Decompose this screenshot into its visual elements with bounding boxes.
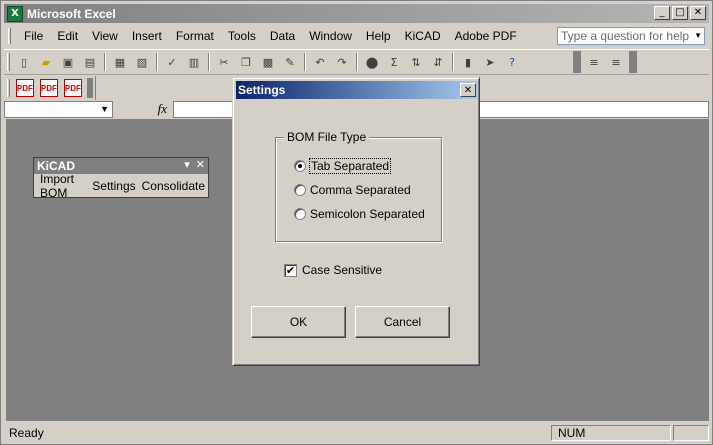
research-icon[interactable]: ▥ (185, 53, 203, 71)
radio-label: Comma Separated (310, 183, 411, 197)
sort-descending-icon[interactable]: ⇵ (429, 53, 447, 71)
maximize-button[interactable]: □ (672, 6, 688, 20)
kicad-buttons: Import BOM Settings Consolidate (34, 172, 208, 200)
convert-to-pdf-icon[interactable]: PDF (15, 79, 34, 97)
window-title: Microsoft Excel (27, 6, 116, 21)
radio-label: Tab Separated (308, 158, 392, 174)
chart-wizard-icon[interactable]: ▮ (459, 53, 477, 71)
permission-icon[interactable]: ▤ (81, 53, 99, 71)
settings-button[interactable]: Settings (89, 179, 138, 193)
cut-icon[interactable]: ✂ (215, 53, 233, 71)
radio-tab-separated[interactable]: Tab Separated (294, 158, 392, 174)
toolbar-options-grip-2[interactable] (629, 51, 637, 73)
status-bar: Ready NUM (4, 423, 709, 443)
redo-icon[interactable]: ↷ (333, 53, 351, 71)
excel-icon: X (7, 5, 23, 22)
format-painter-icon[interactable]: ✎ (281, 53, 299, 71)
insert-function-icon[interactable]: fx (113, 101, 173, 117)
radio-button-icon[interactable] (294, 160, 306, 172)
case-sensitive-checkbox[interactable]: ✔ Case Sensitive (284, 263, 382, 277)
close-button[interactable]: ✕ (690, 6, 706, 20)
menu-data[interactable]: Data (263, 29, 302, 43)
kicad-toolbar: KiCAD ▾ ✕ Import BOM Settings Consolidat… (33, 157, 209, 200)
radio-comma-separated[interactable]: Comma Separated (294, 183, 411, 197)
toolbar-grip[interactable] (7, 53, 10, 71)
separator (104, 53, 106, 71)
pdf-toolbar-options[interactable] (86, 78, 93, 98)
dialog-close-button[interactable]: ✕ (460, 83, 476, 97)
convert-and-review-pdf-icon[interactable]: PDF (63, 79, 82, 97)
radio-semicolon-separated[interactable]: Semicolon Separated (294, 207, 425, 221)
dialog-title: Settings (238, 83, 286, 97)
save-icon[interactable]: ▣ (59, 53, 77, 71)
help-dropdown-icon[interactable]: ▼ (694, 31, 702, 40)
copy-icon[interactable]: ❐ (237, 53, 255, 71)
align-left-icon[interactable]: ≡ (585, 53, 603, 71)
help-icon[interactable]: ? (503, 53, 521, 71)
menu-adobe-pdf[interactable]: Adobe PDF (448, 29, 524, 43)
minimize-button[interactable]: _ (654, 6, 670, 20)
group-label: BOM File Type (284, 130, 370, 144)
consolidate-button[interactable]: Consolidate (139, 179, 208, 193)
menu-window[interactable]: Window (302, 29, 359, 43)
menu-help[interactable]: Help (359, 29, 398, 43)
sort-ascending-icon[interactable]: ⇅ (407, 53, 425, 71)
separator (452, 53, 454, 71)
name-box[interactable]: ▼ (4, 100, 113, 118)
menu-kicad[interactable]: KiCAD (398, 29, 448, 43)
checkmark-icon[interactable]: ✔ (284, 263, 297, 277)
align-center-icon[interactable]: ≡ (607, 53, 625, 71)
bom-file-type-group: BOM File Type Tab Separated Comma Separa… (275, 130, 442, 242)
toolbar-options-grip[interactable] (573, 51, 581, 73)
menu-insert[interactable]: Insert (125, 29, 169, 43)
separator (156, 53, 158, 71)
help-placeholder: Type a question for help (561, 29, 690, 43)
checkbox-label: Case Sensitive (302, 263, 383, 277)
menu-grip[interactable] (8, 28, 11, 44)
menu-edit[interactable]: Edit (50, 29, 85, 43)
paste-icon[interactable]: ▩ (259, 53, 277, 71)
radio-button-icon[interactable] (294, 208, 306, 220)
radio-label: Semicolon Separated (310, 207, 425, 221)
toolbar-close-icon[interactable]: ✕ (196, 158, 205, 171)
dialog-title-bar[interactable]: Settings ✕ (236, 81, 478, 99)
print-icon[interactable]: ▦ (111, 53, 129, 71)
radio-button-icon[interactable] (294, 184, 306, 196)
kicad-toolbar-title[interactable]: KiCAD ▾ ✕ (34, 158, 208, 174)
menu-view[interactable]: View (85, 29, 125, 43)
pdf-toolbar-grip[interactable] (7, 79, 10, 97)
standard-toolbar: ▯ ▰ ▣ ▤ ▦ ▧ ✓ ▥ ✂ ❐ ▩ ✎ ↶ ↷ ⬤ Σ ⇅ ⇵ ▮ ➤ … (4, 49, 709, 75)
menu-bar: File Edit View Insert Format Tools Data … (4, 25, 709, 47)
settings-dialog: Settings ✕ BOM File Type Tab Separated C… (232, 77, 480, 366)
undo-icon[interactable]: ↶ (311, 53, 329, 71)
spelling-icon[interactable]: ✓ (163, 53, 181, 71)
new-document-icon[interactable]: ▯ (15, 53, 33, 71)
help-search-input[interactable]: Type a question for help ▼ (557, 27, 705, 45)
drawing-icon[interactable]: ➤ (481, 53, 499, 71)
menu-file[interactable]: File (17, 29, 50, 43)
kicad-title-label: KiCAD (37, 159, 75, 173)
cancel-button[interactable]: Cancel (355, 306, 450, 338)
name-box-dropdown-icon[interactable]: ▼ (100, 104, 109, 114)
toolbar-options-icon[interactable]: ▾ (184, 158, 190, 171)
hyperlink-icon[interactable]: ⬤ (363, 53, 381, 71)
pdf-toolbar: PDF PDF PDF (4, 76, 96, 100)
window-controls: _ □ ✕ (652, 6, 706, 20)
title-bar: X Microsoft Excel _ □ ✕ (4, 4, 709, 23)
status-num-lock: NUM (551, 425, 671, 441)
import-bom-button[interactable]: Import BOM (37, 172, 89, 200)
status-cell (673, 425, 709, 441)
autosum-icon[interactable]: Σ (385, 53, 403, 71)
menu-tools[interactable]: Tools (221, 29, 263, 43)
separator (304, 53, 306, 71)
separator (356, 53, 358, 71)
print-preview-icon[interactable]: ▧ (133, 53, 151, 71)
separator (208, 53, 210, 71)
status-ready: Ready (9, 426, 44, 440)
ok-button[interactable]: OK (251, 306, 346, 338)
open-folder-icon[interactable]: ▰ (37, 53, 55, 71)
radio-selected-dot (298, 164, 302, 168)
menu-format[interactable]: Format (169, 29, 221, 43)
convert-and-email-pdf-icon[interactable]: PDF (39, 79, 58, 97)
